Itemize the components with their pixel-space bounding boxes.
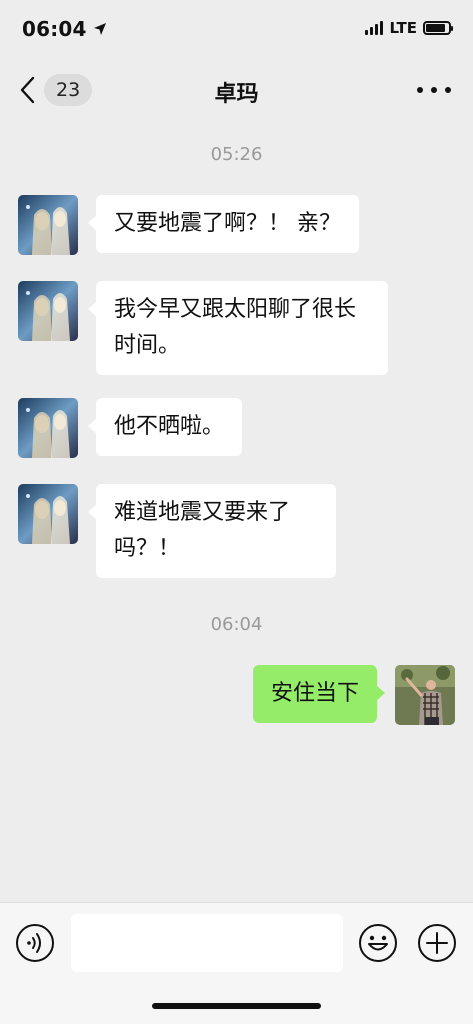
contact-avatar[interactable] [18, 484, 78, 544]
sent-message-bubble[interactable]: 安住当下 [252, 665, 386, 723]
avatar-image [18, 484, 78, 544]
contact-avatar[interactable] [18, 195, 78, 255]
message-timestamp: 05:26 [210, 144, 263, 165]
more-dot-icon [417, 87, 423, 93]
message-timestamp: 06:04 [210, 614, 263, 635]
contact-avatar[interactable] [18, 398, 78, 458]
emoji-icon[interactable] [358, 923, 398, 963]
home-indicator [152, 1003, 321, 1009]
avatar-image [18, 398, 78, 458]
message-input[interactable] [71, 914, 343, 972]
status-time: 06:04 [22, 17, 107, 41]
contact-avatar[interactable] [18, 281, 78, 341]
message-bubble[interactable]: 他不晒啦。 [87, 398, 243, 456]
more-options-button[interactable] [417, 80, 451, 100]
network-type: LTE [389, 19, 417, 37]
clock-text: 06:04 [22, 17, 87, 41]
avatar-image [18, 195, 78, 255]
signal-icon [365, 21, 384, 35]
message-bubble[interactable]: 我今早又跟太阳聊了很长时间。 [88, 281, 388, 375]
location-arrow-icon [93, 23, 106, 35]
my-avatar[interactable] [395, 665, 455, 725]
more-dot-icon [431, 87, 437, 93]
voice-input-icon[interactable] [15, 923, 55, 963]
chat-screen: 06:04 LTE 23 卓玛 05:26 又要地震了啊？！ 亲？ 我今早又跟太… [0, 0, 473, 1024]
avatar-image [395, 665, 455, 725]
status-bar: 06:04 LTE [0, 0, 473, 58]
battery-icon [423, 21, 453, 35]
chat-title: 卓玛 [214, 82, 259, 107]
more-dot-icon [445, 87, 451, 93]
message-bubble[interactable]: 难道地震又要来了吗？！ [88, 484, 336, 578]
status-indicators: LTE [365, 19, 453, 37]
battery-level [426, 24, 445, 32]
plus-icon[interactable] [417, 923, 457, 963]
message-bubble[interactable]: 又要地震了啊？！ 亲？ [88, 195, 359, 253]
nav-bar: 23 卓玛 [0, 62, 473, 118]
avatar-image [18, 281, 78, 341]
